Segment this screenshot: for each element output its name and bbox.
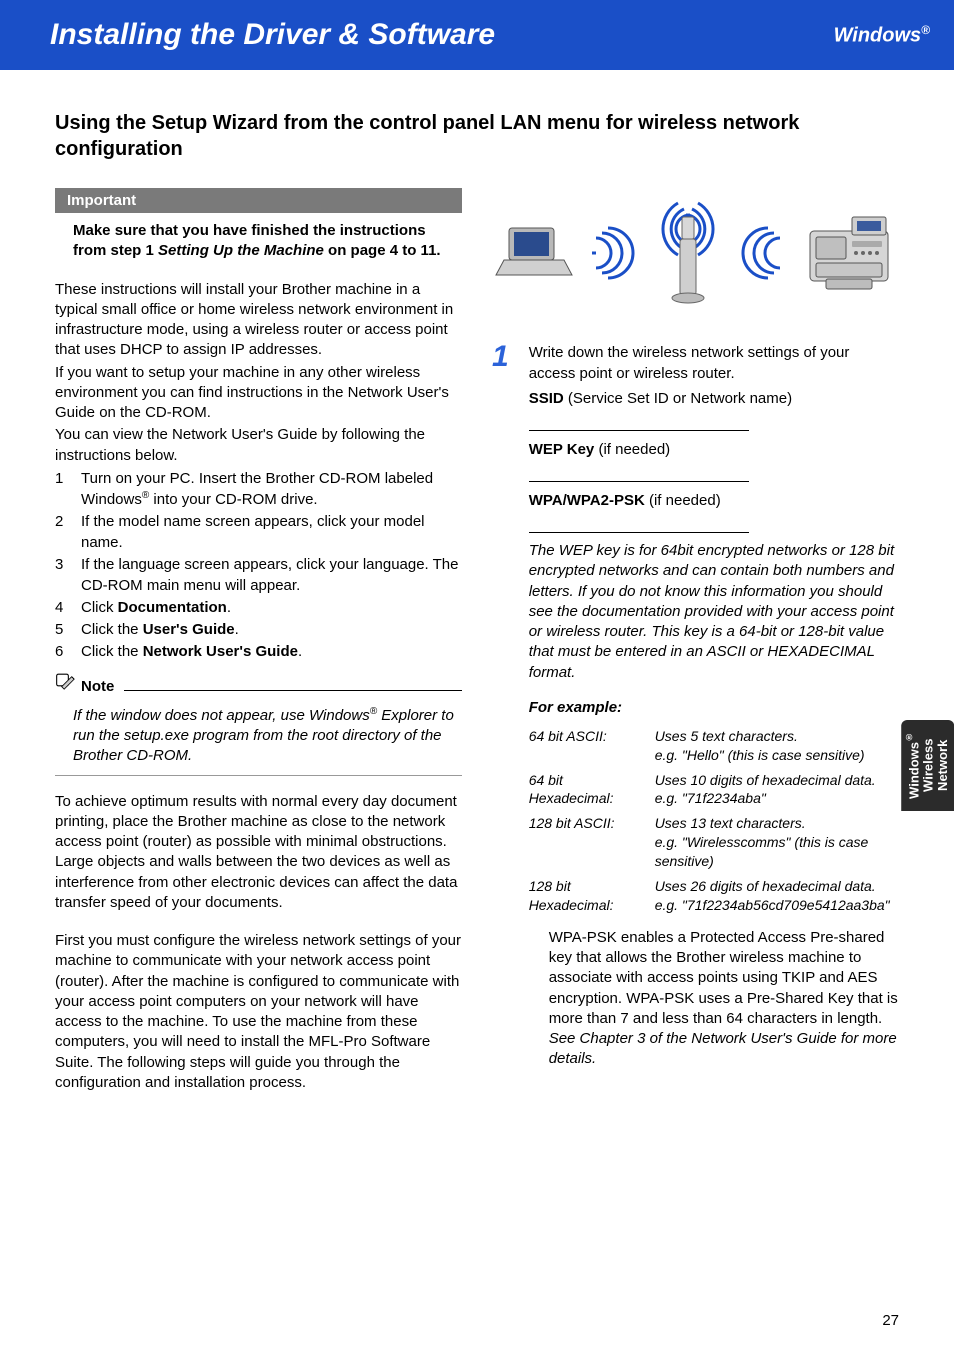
example-table: 64 bit ASCII:Uses 5 text characters. e.g… [529, 724, 899, 918]
step-text: Write down the wireless network settings… [529, 342, 899, 384]
signal-icon [592, 228, 620, 278]
right-column: 1 Write down the wireless network settin… [492, 188, 899, 1095]
note-label: Note [81, 678, 114, 695]
table-row: 128 bit ASCII:Uses 13 text characters. e… [529, 811, 899, 874]
list-item: 2If the model name screen appears, click… [55, 511, 462, 553]
side-tab: Windows® Wireless Network [901, 720, 954, 811]
note-body: If the window does not appear, use Windo… [73, 705, 462, 767]
placement-p: To achieve optimum results with normal e… [55, 792, 462, 914]
wep-blank [529, 480, 749, 482]
intro-p2: If you want to setup your machine in any… [55, 363, 462, 424]
list-item: 4Click Documentation. [55, 597, 462, 618]
wep-note: The WEP key is for 64bit encrypted netwo… [529, 541, 899, 683]
step-1: 1 Write down the wireless network settin… [492, 342, 899, 1070]
list-item: 3If the language screen appears, click y… [55, 554, 462, 596]
signal-icon [756, 228, 784, 278]
important-body: Make sure that you have finished the ins… [73, 221, 462, 262]
router-icon [638, 193, 738, 303]
list-item: 6Click the Network User's Guide. [55, 641, 462, 662]
note-heading: Note [55, 670, 462, 697]
page-banner: Installing the Driver & Software Windows… [0, 0, 954, 70]
list-item: 5Click the User's Guide. [55, 619, 462, 640]
left-column: Important Make sure that you have finish… [55, 188, 462, 1095]
for-example: For example: [529, 697, 899, 718]
wireless-diagram [492, 188, 899, 318]
table-row: 64 bit Hexadecimal:Uses 10 digits of hex… [529, 768, 899, 812]
laptop-icon [494, 223, 574, 283]
wpa-blank [529, 531, 749, 533]
page-number: 27 [882, 1312, 899, 1329]
table-row: 64 bit ASCII:Uses 5 text characters. e.g… [529, 724, 899, 768]
section-title: Using the Setup Wizard from the control … [55, 110, 899, 162]
printer-icon [802, 211, 897, 296]
process-p: First you must configure the wireless ne… [55, 931, 462, 1093]
important-label: Important [55, 188, 462, 213]
os-label: Windows® [834, 23, 930, 48]
cd-steps: 1Turn on your PC. Insert the Brother CD-… [55, 468, 462, 662]
intro-p3: You can view the Network User's Guide by… [55, 425, 462, 466]
list-item: 1Turn on your PC. Insert the Brother CD-… [55, 468, 462, 510]
wpa-description: WPA-PSK enables a Protected Access Pre-s… [549, 928, 899, 1070]
intro-p1: These instructions will install your Bro… [55, 280, 462, 361]
note-pencil-icon [55, 670, 75, 695]
banner-title: Installing the Driver & Software [50, 18, 495, 52]
step-number: 1 [492, 342, 509, 1070]
ssid-blank [529, 429, 749, 431]
table-row: 128 bit Hexadecimal:Uses 26 digits of he… [529, 874, 899, 918]
